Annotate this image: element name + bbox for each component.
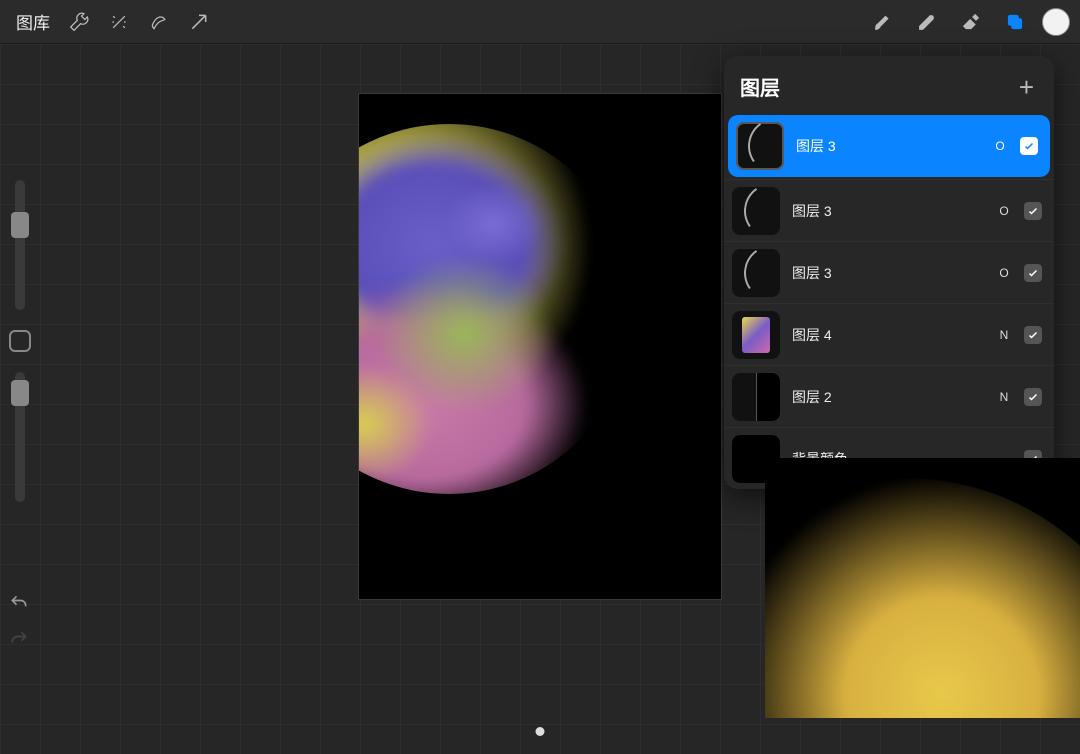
layer-row[interactable]: 图层 3 O — [728, 115, 1050, 177]
redo-button[interactable] — [4, 624, 34, 654]
layers-panel: 图层 + 图层 3O图层 3O图层 3O图层 4N图层 2N背景颜色 — [724, 56, 1054, 489]
arrow-icon[interactable] — [182, 5, 216, 39]
layer-row[interactable]: 图层 3 O — [724, 179, 1054, 241]
layers-icon[interactable] — [998, 5, 1032, 39]
layer-list: 图层 3O图层 3O图层 3O图层 4N图层 2N背景颜色 — [724, 113, 1054, 489]
layer-name-label: 图层 3 — [792, 201, 984, 221]
layer-thumbnail[interactable] — [736, 122, 784, 170]
layer-thumbnail[interactable] — [732, 187, 780, 235]
layer-row[interactable]: 图层 2 N — [724, 365, 1054, 427]
wrench-icon[interactable] — [62, 5, 96, 39]
color-swatch[interactable] — [1042, 8, 1070, 36]
modifier-button[interactable] — [9, 330, 31, 352]
layer-thumbnail[interactable] — [732, 249, 780, 297]
undo-redo-group — [4, 588, 34, 654]
layer-visibility-checkbox[interactable] — [1020, 137, 1038, 155]
layer-name-label: 图层 3 — [796, 136, 980, 156]
brush-opacity-thumb[interactable] — [11, 380, 29, 406]
layer-visibility-checkbox[interactable] — [1024, 326, 1042, 344]
layer-visibility-checkbox[interactable] — [1024, 388, 1042, 406]
canvas-artwork — [359, 124, 634, 494]
smudge-icon[interactable] — [910, 5, 944, 39]
layer-visibility-checkbox[interactable] — [1024, 264, 1042, 282]
layer-name-label: 图层 2 — [792, 387, 984, 407]
layer-name-label: 图层 4 — [792, 325, 984, 345]
reference-image[interactable] — [765, 458, 1080, 718]
top-toolbar: 图库 — [0, 0, 1080, 44]
selection-icon[interactable] — [142, 5, 176, 39]
brush-size-slider[interactable] — [15, 180, 25, 310]
layer-row[interactable]: 图层 4 N — [724, 303, 1054, 365]
home-indicator — [536, 727, 545, 736]
layer-thumbnail[interactable] — [732, 311, 780, 359]
toolbar-left-group: 图库 — [10, 5, 216, 39]
layers-panel-title: 图层 — [740, 72, 780, 101]
gallery-button[interactable]: 图库 — [10, 5, 56, 38]
brush-icon[interactable] — [866, 5, 900, 39]
layer-blend-label[interactable]: O — [996, 204, 1012, 218]
add-layer-button[interactable]: + — [1015, 74, 1038, 100]
brush-opacity-slider[interactable] — [15, 372, 25, 502]
layer-blend-label[interactable]: N — [996, 390, 1012, 404]
layer-name-label: 图层 3 — [792, 263, 984, 283]
toolbar-right-group — [866, 5, 1070, 39]
layer-visibility-checkbox[interactable] — [1024, 202, 1042, 220]
canvas-document[interactable] — [359, 94, 721, 599]
brush-sliders — [6, 180, 34, 580]
layer-blend-label[interactable]: N — [996, 328, 1012, 342]
layer-blend-label[interactable]: O — [992, 139, 1008, 153]
brush-size-thumb[interactable] — [11, 212, 29, 238]
layers-panel-header: 图层 + — [724, 56, 1054, 113]
layer-thumbnail[interactable] — [732, 373, 780, 421]
wand-icon[interactable] — [102, 5, 136, 39]
undo-button[interactable] — [4, 588, 34, 618]
eraser-icon[interactable] — [954, 5, 988, 39]
layer-row[interactable]: 图层 3 O — [724, 241, 1054, 303]
layer-blend-label[interactable]: O — [996, 266, 1012, 280]
